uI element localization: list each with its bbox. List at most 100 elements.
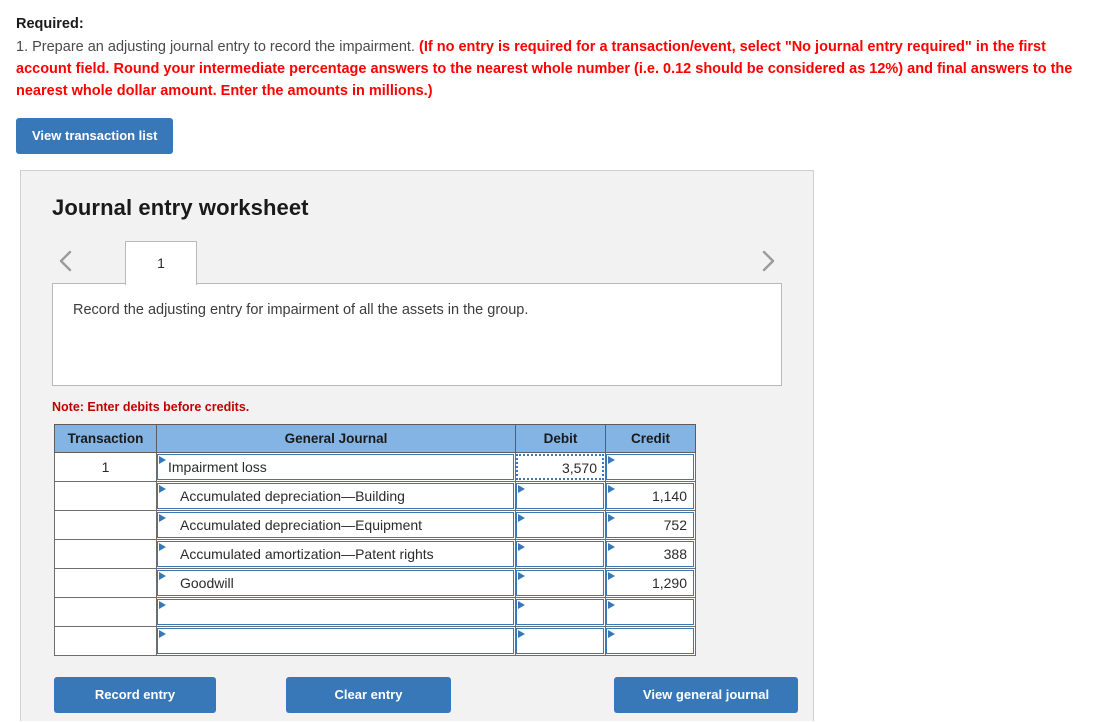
credit-cell	[605, 452, 696, 482]
column-header-credit: Credit	[605, 424, 696, 453]
account-text: Accumulated amortization—Patent rights	[180, 546, 434, 562]
debit-cell	[515, 539, 606, 569]
journal-entry-table: Transaction General Journal Debit Credit…	[54, 424, 696, 656]
debit-input[interactable]: 3,570	[516, 454, 604, 480]
table-row: Accumulated depreciation—Equipment 752	[54, 510, 696, 540]
dropdown-arrow-icon	[159, 543, 166, 551]
credit-input[interactable]: 1,140	[606, 483, 694, 509]
dropdown-arrow-icon	[159, 572, 166, 580]
account-input[interactable]: Goodwill	[157, 570, 514, 596]
dropdown-arrow-icon	[608, 514, 615, 522]
dropdown-arrow-icon	[518, 485, 525, 493]
chevron-left-icon[interactable]	[52, 245, 80, 277]
account-text: Accumulated depreciation—Equipment	[180, 517, 423, 533]
credit-value: 1,140	[651, 488, 687, 504]
dropdown-arrow-icon	[518, 543, 525, 551]
debit-input[interactable]	[516, 512, 604, 538]
transaction-number-cell	[54, 481, 157, 511]
debit-input[interactable]	[516, 628, 604, 654]
table-header-row: Transaction General Journal Debit Credit	[54, 424, 696, 453]
worksheet-tab-strip: 1	[21, 239, 813, 285]
debit-input[interactable]	[516, 483, 604, 509]
dropdown-arrow-icon	[159, 630, 166, 638]
credit-cell	[605, 626, 696, 656]
credit-cell: 1,140	[605, 481, 696, 511]
column-header-transaction: Transaction	[54, 424, 157, 453]
worksheet-footer-buttons: Record entry Clear entry View general jo…	[21, 677, 815, 722]
column-header-general-journal: General Journal	[156, 424, 516, 453]
account-input[interactable]: Accumulated depreciation—Equipment	[157, 512, 514, 538]
account-cell: Impairment loss	[156, 452, 516, 482]
chevron-right-icon[interactable]	[754, 245, 782, 277]
debit-cell	[515, 597, 606, 627]
dropdown-arrow-icon	[518, 601, 525, 609]
account-input[interactable]	[157, 628, 514, 654]
transaction-number-cell	[54, 597, 157, 627]
credit-cell: 1,290	[605, 568, 696, 598]
dropdown-arrow-icon	[518, 514, 525, 522]
transaction-number-cell: 1	[54, 452, 157, 482]
debits-before-credits-note: Note: Enter debits before credits.	[52, 400, 250, 414]
credit-value: 388	[663, 546, 687, 562]
clear-entry-button[interactable]: Clear entry	[286, 677, 451, 713]
credit-cell: 388	[605, 539, 696, 569]
dropdown-arrow-icon	[159, 514, 166, 522]
required-instruction: 1. Prepare an adjusting journal entry to…	[16, 36, 1094, 102]
table-row: Goodwill 1,290	[54, 568, 696, 598]
view-general-journal-button[interactable]: View general journal	[614, 677, 798, 713]
debit-cell	[515, 481, 606, 511]
account-text: Goodwill	[180, 575, 234, 591]
table-row: 1 Impairment loss 3,570	[54, 452, 696, 482]
transaction-number-cell	[54, 539, 157, 569]
journal-entry-worksheet-panel: Journal entry worksheet 1 Record the adj…	[20, 170, 814, 721]
credit-input[interactable]: 388	[606, 541, 694, 567]
view-transaction-list-wrapper: View transaction list	[0, 102, 1108, 154]
table-row	[54, 597, 696, 627]
account-cell: Accumulated depreciation—Building	[156, 481, 516, 511]
credit-value: 752	[663, 517, 687, 533]
debit-input[interactable]	[516, 541, 604, 567]
worksheet-description-text: Record the adjusting entry for impairmen…	[73, 302, 529, 318]
record-entry-button[interactable]: Record entry	[54, 677, 216, 713]
credit-input[interactable]: 1,290	[606, 570, 694, 596]
account-input[interactable]: Accumulated depreciation—Building	[157, 483, 514, 509]
debit-cell	[515, 568, 606, 598]
account-cell: Accumulated depreciation—Equipment	[156, 510, 516, 540]
debit-cell	[515, 626, 606, 656]
required-heading: Required:	[16, 16, 84, 32]
debit-cell	[515, 510, 606, 540]
instruction-plain-text: 1. Prepare an adjusting journal entry to…	[16, 39, 419, 55]
dropdown-arrow-icon	[608, 601, 615, 609]
dropdown-arrow-icon	[159, 456, 166, 464]
debit-input[interactable]	[516, 599, 604, 625]
dropdown-arrow-icon	[518, 572, 525, 580]
credit-value: 1,290	[651, 575, 687, 591]
debit-cell: 3,570	[515, 452, 606, 482]
account-cell	[156, 597, 516, 627]
credit-input[interactable]	[606, 599, 694, 625]
credit-input[interactable]	[606, 628, 694, 654]
account-input[interactable]: Impairment loss	[157, 454, 514, 480]
table-row	[54, 626, 696, 656]
dropdown-arrow-icon	[159, 485, 166, 493]
column-header-debit: Debit	[515, 424, 606, 453]
account-cell: Accumulated amortization—Patent rights	[156, 539, 516, 569]
required-section: Required: 1. Prepare an adjusting journa…	[0, 0, 1108, 102]
debit-input[interactable]	[516, 570, 604, 596]
account-input[interactable]: Accumulated amortization—Patent rights	[157, 541, 514, 567]
account-input[interactable]	[157, 599, 514, 625]
view-transaction-list-button[interactable]: View transaction list	[16, 118, 174, 154]
dropdown-arrow-icon	[608, 456, 615, 464]
transaction-number-cell	[54, 626, 157, 656]
credit-cell: 752	[605, 510, 696, 540]
credit-input[interactable]: 752	[606, 512, 694, 538]
dropdown-arrow-icon	[518, 630, 525, 638]
dropdown-arrow-icon	[608, 572, 615, 580]
dropdown-arrow-icon	[608, 630, 615, 638]
dropdown-arrow-icon	[159, 601, 166, 609]
credit-input[interactable]	[606, 454, 694, 480]
account-text: Accumulated depreciation—Building	[180, 488, 405, 504]
table-row: Accumulated depreciation—Building 1,140	[54, 481, 696, 511]
worksheet-tab-1[interactable]: 1	[125, 241, 197, 285]
dropdown-arrow-icon	[608, 485, 615, 493]
